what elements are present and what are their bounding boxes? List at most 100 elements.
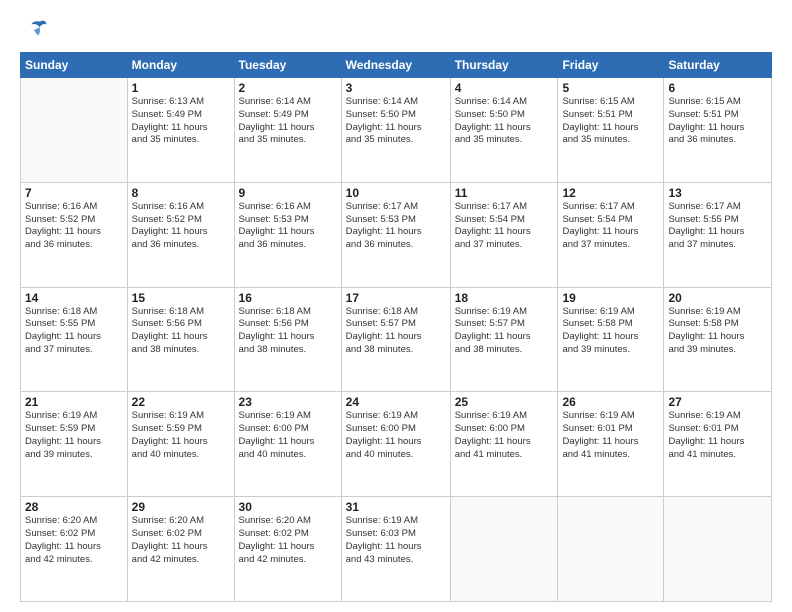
day-number: 30 bbox=[239, 500, 337, 514]
day-info: Sunrise: 6:14 AM Sunset: 5:49 PM Dayligh… bbox=[239, 96, 337, 147]
page: SundayMondayTuesdayWednesdayThursdayFrid… bbox=[0, 0, 792, 612]
calendar-cell: 23Sunrise: 6:19 AM Sunset: 6:00 PM Dayli… bbox=[234, 392, 341, 497]
day-info: Sunrise: 6:17 AM Sunset: 5:55 PM Dayligh… bbox=[668, 201, 767, 252]
day-info: Sunrise: 6:15 AM Sunset: 5:51 PM Dayligh… bbox=[562, 96, 659, 147]
calendar-cell: 13Sunrise: 6:17 AM Sunset: 5:55 PM Dayli… bbox=[664, 182, 772, 287]
day-number: 5 bbox=[562, 81, 659, 95]
calendar-cell: 14Sunrise: 6:18 AM Sunset: 5:55 PM Dayli… bbox=[21, 287, 128, 392]
day-number: 7 bbox=[25, 186, 123, 200]
calendar-cell: 4Sunrise: 6:14 AM Sunset: 5:50 PM Daylig… bbox=[450, 78, 558, 183]
day-number: 23 bbox=[239, 395, 337, 409]
calendar-cell: 15Sunrise: 6:18 AM Sunset: 5:56 PM Dayli… bbox=[127, 287, 234, 392]
day-info: Sunrise: 6:19 AM Sunset: 5:57 PM Dayligh… bbox=[455, 306, 554, 357]
day-number: 21 bbox=[25, 395, 123, 409]
calendar-cell: 7Sunrise: 6:16 AM Sunset: 5:52 PM Daylig… bbox=[21, 182, 128, 287]
calendar-cell: 2Sunrise: 6:14 AM Sunset: 5:49 PM Daylig… bbox=[234, 78, 341, 183]
calendar-week-row: 21Sunrise: 6:19 AM Sunset: 5:59 PM Dayli… bbox=[21, 392, 772, 497]
calendar-cell: 28Sunrise: 6:20 AM Sunset: 6:02 PM Dayli… bbox=[21, 497, 128, 602]
day-info: Sunrise: 6:19 AM Sunset: 6:00 PM Dayligh… bbox=[455, 410, 554, 461]
calendar-cell: 19Sunrise: 6:19 AM Sunset: 5:58 PM Dayli… bbox=[558, 287, 664, 392]
calendar-day-header: Friday bbox=[558, 53, 664, 78]
day-info: Sunrise: 6:14 AM Sunset: 5:50 PM Dayligh… bbox=[346, 96, 446, 147]
day-number: 18 bbox=[455, 291, 554, 305]
day-info: Sunrise: 6:18 AM Sunset: 5:56 PM Dayligh… bbox=[239, 306, 337, 357]
day-number: 3 bbox=[346, 81, 446, 95]
calendar-cell: 11Sunrise: 6:17 AM Sunset: 5:54 PM Dayli… bbox=[450, 182, 558, 287]
calendar-cell: 22Sunrise: 6:19 AM Sunset: 5:59 PM Dayli… bbox=[127, 392, 234, 497]
day-info: Sunrise: 6:16 AM Sunset: 5:53 PM Dayligh… bbox=[239, 201, 337, 252]
day-number: 2 bbox=[239, 81, 337, 95]
calendar-cell: 30Sunrise: 6:20 AM Sunset: 6:02 PM Dayli… bbox=[234, 497, 341, 602]
calendar-cell: 17Sunrise: 6:18 AM Sunset: 5:57 PM Dayli… bbox=[341, 287, 450, 392]
day-info: Sunrise: 6:19 AM Sunset: 6:00 PM Dayligh… bbox=[346, 410, 446, 461]
logo-bird-icon bbox=[20, 16, 48, 44]
calendar-week-row: 7Sunrise: 6:16 AM Sunset: 5:52 PM Daylig… bbox=[21, 182, 772, 287]
calendar-cell: 31Sunrise: 6:19 AM Sunset: 6:03 PM Dayli… bbox=[341, 497, 450, 602]
day-info: Sunrise: 6:19 AM Sunset: 5:59 PM Dayligh… bbox=[25, 410, 123, 461]
calendar-cell: 5Sunrise: 6:15 AM Sunset: 5:51 PM Daylig… bbox=[558, 78, 664, 183]
day-number: 15 bbox=[132, 291, 230, 305]
day-info: Sunrise: 6:14 AM Sunset: 5:50 PM Dayligh… bbox=[455, 96, 554, 147]
calendar-cell: 24Sunrise: 6:19 AM Sunset: 6:00 PM Dayli… bbox=[341, 392, 450, 497]
day-number: 27 bbox=[668, 395, 767, 409]
calendar-week-row: 28Sunrise: 6:20 AM Sunset: 6:02 PM Dayli… bbox=[21, 497, 772, 602]
calendar-day-header: Sunday bbox=[21, 53, 128, 78]
header bbox=[20, 16, 772, 44]
calendar-cell: 12Sunrise: 6:17 AM Sunset: 5:54 PM Dayli… bbox=[558, 182, 664, 287]
day-info: Sunrise: 6:19 AM Sunset: 5:58 PM Dayligh… bbox=[562, 306, 659, 357]
day-number: 13 bbox=[668, 186, 767, 200]
calendar-cell: 9Sunrise: 6:16 AM Sunset: 5:53 PM Daylig… bbox=[234, 182, 341, 287]
day-number: 28 bbox=[25, 500, 123, 514]
day-info: Sunrise: 6:19 AM Sunset: 6:01 PM Dayligh… bbox=[668, 410, 767, 461]
day-number: 20 bbox=[668, 291, 767, 305]
calendar-day-header: Saturday bbox=[664, 53, 772, 78]
calendar-cell: 6Sunrise: 6:15 AM Sunset: 5:51 PM Daylig… bbox=[664, 78, 772, 183]
logo bbox=[20, 16, 52, 44]
calendar-cell: 26Sunrise: 6:19 AM Sunset: 6:01 PM Dayli… bbox=[558, 392, 664, 497]
calendar-cell: 20Sunrise: 6:19 AM Sunset: 5:58 PM Dayli… bbox=[664, 287, 772, 392]
day-info: Sunrise: 6:13 AM Sunset: 5:49 PM Dayligh… bbox=[132, 96, 230, 147]
calendar-day-header: Thursday bbox=[450, 53, 558, 78]
calendar-cell: 16Sunrise: 6:18 AM Sunset: 5:56 PM Dayli… bbox=[234, 287, 341, 392]
calendar-day-header: Tuesday bbox=[234, 53, 341, 78]
calendar-cell bbox=[558, 497, 664, 602]
calendar-week-row: 14Sunrise: 6:18 AM Sunset: 5:55 PM Dayli… bbox=[21, 287, 772, 392]
day-info: Sunrise: 6:16 AM Sunset: 5:52 PM Dayligh… bbox=[25, 201, 123, 252]
day-info: Sunrise: 6:19 AM Sunset: 6:00 PM Dayligh… bbox=[239, 410, 337, 461]
calendar-cell: 25Sunrise: 6:19 AM Sunset: 6:00 PM Dayli… bbox=[450, 392, 558, 497]
day-info: Sunrise: 6:18 AM Sunset: 5:57 PM Dayligh… bbox=[346, 306, 446, 357]
calendar-header-row: SundayMondayTuesdayWednesdayThursdayFrid… bbox=[21, 53, 772, 78]
day-number: 16 bbox=[239, 291, 337, 305]
day-number: 1 bbox=[132, 81, 230, 95]
day-info: Sunrise: 6:18 AM Sunset: 5:56 PM Dayligh… bbox=[132, 306, 230, 357]
calendar-cell: 18Sunrise: 6:19 AM Sunset: 5:57 PM Dayli… bbox=[450, 287, 558, 392]
calendar-cell bbox=[450, 497, 558, 602]
calendar-cell: 27Sunrise: 6:19 AM Sunset: 6:01 PM Dayli… bbox=[664, 392, 772, 497]
day-info: Sunrise: 6:19 AM Sunset: 5:58 PM Dayligh… bbox=[668, 306, 767, 357]
day-info: Sunrise: 6:18 AM Sunset: 5:55 PM Dayligh… bbox=[25, 306, 123, 357]
day-info: Sunrise: 6:15 AM Sunset: 5:51 PM Dayligh… bbox=[668, 96, 767, 147]
day-info: Sunrise: 6:20 AM Sunset: 6:02 PM Dayligh… bbox=[25, 515, 123, 566]
calendar: SundayMondayTuesdayWednesdayThursdayFrid… bbox=[20, 52, 772, 602]
day-number: 6 bbox=[668, 81, 767, 95]
calendar-cell: 1Sunrise: 6:13 AM Sunset: 5:49 PM Daylig… bbox=[127, 78, 234, 183]
calendar-cell bbox=[21, 78, 128, 183]
day-number: 26 bbox=[562, 395, 659, 409]
day-number: 31 bbox=[346, 500, 446, 514]
calendar-cell: 3Sunrise: 6:14 AM Sunset: 5:50 PM Daylig… bbox=[341, 78, 450, 183]
day-info: Sunrise: 6:20 AM Sunset: 6:02 PM Dayligh… bbox=[239, 515, 337, 566]
day-info: Sunrise: 6:20 AM Sunset: 6:02 PM Dayligh… bbox=[132, 515, 230, 566]
calendar-day-header: Monday bbox=[127, 53, 234, 78]
calendar-cell: 29Sunrise: 6:20 AM Sunset: 6:02 PM Dayli… bbox=[127, 497, 234, 602]
day-number: 9 bbox=[239, 186, 337, 200]
day-number: 11 bbox=[455, 186, 554, 200]
day-number: 14 bbox=[25, 291, 123, 305]
day-info: Sunrise: 6:16 AM Sunset: 5:52 PM Dayligh… bbox=[132, 201, 230, 252]
day-number: 17 bbox=[346, 291, 446, 305]
calendar-cell bbox=[664, 497, 772, 602]
day-info: Sunrise: 6:17 AM Sunset: 5:54 PM Dayligh… bbox=[455, 201, 554, 252]
day-number: 29 bbox=[132, 500, 230, 514]
calendar-cell: 8Sunrise: 6:16 AM Sunset: 5:52 PM Daylig… bbox=[127, 182, 234, 287]
day-number: 4 bbox=[455, 81, 554, 95]
day-info: Sunrise: 6:19 AM Sunset: 6:03 PM Dayligh… bbox=[346, 515, 446, 566]
